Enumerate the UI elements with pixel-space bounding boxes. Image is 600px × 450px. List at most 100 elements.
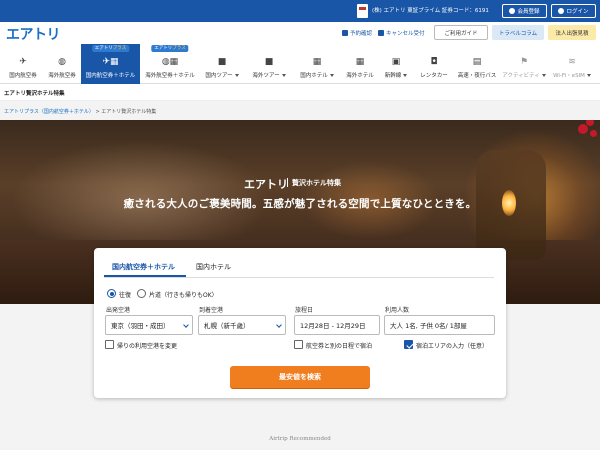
one-way-radio[interactable] — [137, 289, 146, 298]
nav-bus[interactable]: ▤ 高速・夜行バス — [456, 44, 498, 84]
cancel-link[interactable]: キャンセル受付 — [378, 29, 425, 37]
breadcrumb-current: エアトリ贅沢ホテル特集 — [101, 109, 157, 115]
nav-wifi-esim[interactable]: ≋ Wi-Fi・eSIM — [548, 44, 596, 84]
nav-label: 高速・夜行バス — [457, 73, 497, 79]
caret-down-icon — [234, 74, 239, 77]
breadcrumb-link[interactable]: エアトリプラス（国内航空券＋ホテル） — [4, 109, 94, 115]
chevron-down-icon — [183, 322, 189, 328]
hotel-area-label: 宿泊エリアの入力（任意） — [416, 343, 489, 350]
nav-international-tour[interactable]: ■ 海外ツアー — [246, 44, 292, 84]
cancel-icon — [378, 30, 384, 36]
tab-domestic-hotel[interactable]: 国内ホテル — [196, 262, 231, 272]
hero-berry — [578, 124, 588, 134]
nav-international-hotel[interactable]: ▦ 海外ホテル — [342, 44, 378, 84]
arrival-label: 到着空港 — [199, 307, 224, 314]
airplane-icon: ✈ — [19, 57, 27, 67]
breadcrumb: エアトリプラス（国内航空券＋ホテル） > エアトリ贅沢ホテル特集 — [4, 108, 156, 115]
guide-button[interactable]: ご利用ガイド — [434, 25, 488, 40]
people-label: 利用人数 — [385, 307, 410, 314]
nav-domestic-hotel[interactable]: ▦ 国内ホテル — [294, 44, 340, 84]
date-input[interactable]: 12月28日 - 12月29日 — [294, 315, 380, 335]
suitcase-icon: ■ — [217, 57, 227, 67]
search-cheapest-button[interactable]: 最安値を検索 — [230, 366, 370, 388]
calendar-icon — [342, 30, 348, 36]
arrival-value: 札幌（新千歳） — [204, 322, 250, 330]
nav-label: 海外ツアー — [252, 73, 280, 79]
nav-label-wrap: 海外ツアー — [252, 71, 286, 79]
nav-domestic-flight[interactable]: ✈ 国内航空券 — [4, 44, 42, 84]
tag-text: エアトリ — [94, 46, 113, 51]
reservation-link[interactable]: 予約確認 — [342, 29, 372, 37]
hero-divider — [287, 178, 288, 187]
change-return-airport-checkbox[interactable] — [105, 340, 114, 349]
date-label: 旅程日 — [295, 307, 314, 314]
page-title-bar: エアトリ贅沢ホテル特集 — [0, 84, 600, 101]
hotel-icon: ▦ — [355, 57, 365, 67]
nav-rental-car[interactable]: ◘ レンタカー — [416, 44, 452, 84]
travel-column-button[interactable]: トラベルコラム — [492, 25, 544, 40]
register-button[interactable]: 会員登録 — [502, 4, 547, 18]
nav-label: 国内航空券＋ホテル — [85, 73, 136, 79]
hero-berry — [586, 120, 594, 126]
nav-international-flight-hotel[interactable]: エアトリプラス ◍▦ 海外航空券＋ホテル — [142, 44, 198, 84]
nav-label: 新幹線 — [384, 73, 402, 79]
hero-subtitle: 贅沢ホテル特集 — [292, 179, 341, 187]
recommended-heading: Airtrip Recommended — [269, 436, 331, 442]
train-icon: ▣ — [391, 57, 401, 67]
activity-icon: ⚑ — [519, 57, 529, 67]
airtrip-plus-tag: エアトリプラス — [91, 45, 130, 52]
hero-catchphrase: 癒される大人のご褒美時間。五感が魅了される空間で上質なひとときを。 — [123, 198, 477, 210]
one-way-label: 片道（行きも帰りもOK） — [149, 292, 218, 299]
login-button[interactable]: ログイン — [551, 4, 596, 18]
site-logo[interactable]: エアトリ — [6, 24, 61, 44]
nav-label: 海外航空券 — [48, 73, 76, 79]
corporate-button[interactable]: 法人出張見積 — [548, 25, 596, 40]
nav-label: 海外ホテル — [346, 73, 374, 79]
suitcase-icon: ■ — [264, 57, 274, 67]
date-value: 12月28日 - 12月29日 — [300, 322, 366, 330]
caret-down-icon — [329, 74, 334, 77]
change-return-airport-label: 帰りの利用空港を変更 — [117, 343, 178, 350]
airplane-hotel-icon: ✈▦ — [102, 57, 119, 67]
airtrip-plus-tag: エアトリプラス — [151, 45, 189, 52]
departure-value: 東京（羽田・成田） — [111, 322, 170, 330]
nav-activity[interactable]: ⚑ アクティビティ — [502, 44, 546, 84]
bus-icon: ▤ — [472, 57, 482, 67]
nav-label-wrap: アクティビティ — [502, 71, 546, 79]
login-label: ログイン — [566, 9, 589, 15]
globe-hotel-icon: ◍▦ — [161, 57, 179, 67]
separate-dates-label: 航空券と別の日程で宿泊 — [306, 343, 373, 350]
user-icon — [509, 8, 516, 14]
page-title: エアトリ贅沢ホテル特集 — [4, 91, 65, 97]
nav-label: アクティビティ — [502, 73, 540, 79]
people-input[interactable]: 大人 1名, 子供 0名/ 1部屋 — [384, 315, 495, 335]
nav-label: Wi-Fi・eSIM — [553, 73, 585, 79]
hotel-icon: ▦ — [312, 57, 322, 67]
chevron-down-icon — [276, 322, 282, 328]
nav-domestic-flight-hotel[interactable]: エアトリプラス ✈▦ 国内航空券＋ホテル — [81, 44, 140, 84]
nav-label-wrap: 国内ツアー — [205, 71, 239, 79]
round-trip-radio[interactable] — [107, 289, 116, 298]
caret-down-icon — [403, 74, 408, 77]
tab-divider — [104, 277, 494, 278]
nav-label-wrap: 新幹線 — [385, 71, 408, 79]
car-icon: ◘ — [430, 57, 438, 67]
stock-listing-icon — [357, 4, 368, 18]
hotel-area-checkbox[interactable] — [404, 340, 413, 349]
caret-down-icon — [281, 74, 286, 77]
nav-label: 国内航空券 — [9, 73, 37, 79]
tag-text-accent: プラス — [172, 46, 186, 51]
arrival-select[interactable]: 札幌（新千歳） — [198, 315, 286, 335]
departure-label: 出発空港 — [106, 307, 131, 314]
globe-icon: ◍ — [58, 57, 66, 67]
nav-international-flight[interactable]: ◍ 海外航空券 — [44, 44, 80, 84]
tab-flight-hotel[interactable]: 国内航空券＋ホテル — [112, 262, 175, 272]
nav-domestic-tour[interactable]: ■ 国内ツアー — [200, 44, 244, 84]
stock-listing-text: (株) エアトリ 東証プライム 証券コード：6191 — [372, 8, 489, 14]
nav-label: レンタカー — [420, 73, 448, 79]
reservation-label: 予約確認 — [350, 31, 373, 37]
separate-dates-checkbox[interactable] — [294, 340, 303, 349]
departure-select[interactable]: 東京（羽田・成田） — [105, 315, 193, 335]
top-bar: (株) エアトリ 東証プライム 証券コード：6191 会員登録 ログイン — [0, 0, 600, 22]
nav-shinkansen[interactable]: ▣ 新幹線 — [380, 44, 412, 84]
